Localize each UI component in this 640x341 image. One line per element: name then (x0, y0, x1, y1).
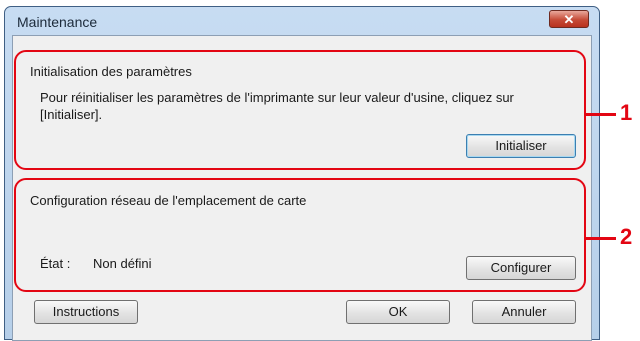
callout-1-number: 1 (620, 100, 633, 125)
initialize-button[interactable]: Initialiser (466, 134, 576, 158)
callout-2-line (586, 237, 616, 240)
close-button[interactable]: ✕ (549, 10, 589, 28)
ok-button[interactable]: OK (346, 300, 450, 324)
status-value: Non défini (93, 256, 152, 271)
cancel-button[interactable]: Annuler (472, 300, 576, 324)
section1-heading: Initialisation des paramètres (30, 64, 192, 79)
section1-description-line1: Pour réinitialiser les paramètres de l'i… (40, 90, 514, 105)
callout-2-number: 2 (620, 224, 633, 249)
title-bar: Maintenance ✕ (5, 7, 599, 37)
callout-1-line (586, 113, 616, 116)
instructions-button[interactable]: Instructions (34, 300, 138, 324)
section2-heading: Configuration réseau de l'emplacement de… (30, 193, 307, 208)
window-title: Maintenance (17, 14, 98, 30)
configure-button[interactable]: Configurer (466, 256, 576, 280)
section1-description-line2: [Initialiser]. (40, 107, 103, 122)
status-label: État : (40, 256, 71, 271)
